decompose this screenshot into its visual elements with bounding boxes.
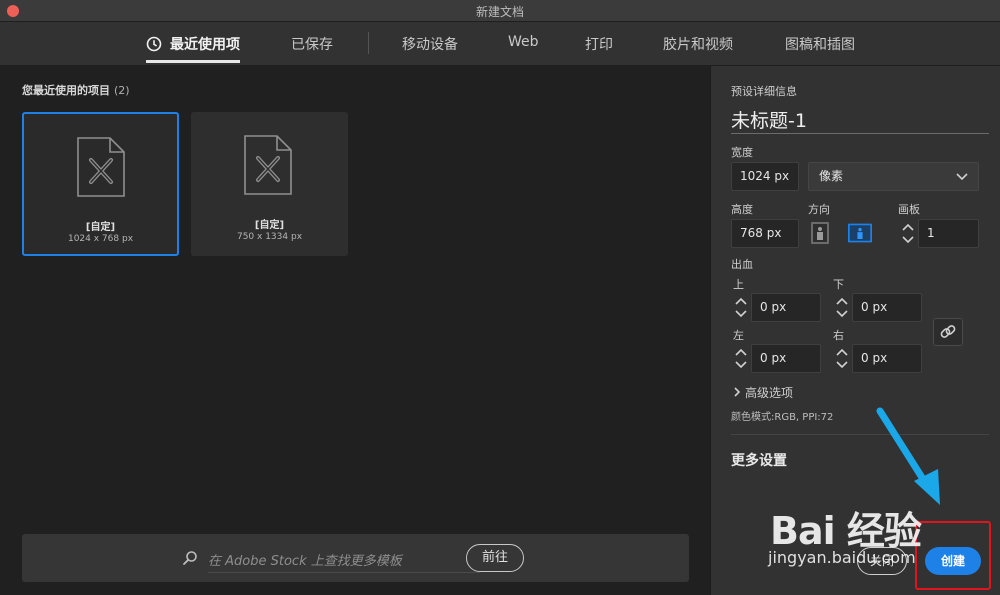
chevron-right-icon <box>734 387 741 397</box>
advanced-options-label: 高级选项 <box>745 386 794 400</box>
recent-item-dimensions: 1024 x 768 px <box>67 234 134 244</box>
bleed-top-field[interactable]: 0 px <box>751 293 821 322</box>
document-icon <box>244 135 292 195</box>
bleed-right-field[interactable]: 0 px <box>852 344 922 373</box>
tab-film-video[interactable]: 胶片和视频 <box>663 34 733 54</box>
stepper-arrows-icon[interactable] <box>731 344 751 373</box>
color-mode-info: 颜色模式:RGB, PPI:72 <box>731 412 834 423</box>
height-label: 高度 <box>731 203 753 216</box>
stock-search-bar: 在 Adobe Stock 上查找更多模板 前往 <box>22 534 689 582</box>
go-button[interactable]: 前往 <box>466 544 524 572</box>
tab-divider <box>368 32 369 54</box>
watermark-logo: Bai 经验 <box>770 509 922 553</box>
annotation-arrow-icon <box>876 407 940 505</box>
bleed-left-field[interactable]: 0 px <box>751 344 821 373</box>
link-icon <box>940 325 956 338</box>
artboards-field[interactable]: 1 <box>918 219 979 248</box>
orientation-label: 方向 <box>808 203 830 216</box>
more-settings-button[interactable]: 更多设置 <box>731 450 787 470</box>
highlight-box <box>915 521 991 590</box>
landscape-orientation-icon[interactable] <box>848 221 872 245</box>
stock-search-input[interactable]: 在 Adobe Stock 上查找更多模板 <box>208 550 402 569</box>
tab-web[interactable]: Web <box>508 34 539 50</box>
tab-recent[interactable]: 最近使用项 <box>146 34 240 63</box>
recent-item-dimensions: 750 x 1334 px <box>236 232 303 242</box>
artboards-stepper[interactable]: 1 <box>898 219 979 248</box>
recent-item-name: [自定] <box>254 220 285 231</box>
category-tabs: 最近使用项 已保存 移动设备 Web 打印 胶片和视频 图稿和插图 <box>0 22 1000 66</box>
width-field[interactable]: 1024 px <box>731 162 799 191</box>
search-icon <box>183 551 197 565</box>
preset-details-heading: 预设详细信息 <box>731 85 797 98</box>
recent-items-title: 您最近使用的项目 <box>22 84 110 97</box>
advanced-options-toggle[interactable]: 高级选项 <box>733 384 793 401</box>
bleed-bottom-field[interactable]: 0 px <box>852 293 922 322</box>
tab-mobile[interactable]: 移动设备 <box>402 34 458 54</box>
height-field[interactable]: 768 px <box>731 219 799 248</box>
recent-item-card[interactable]: [自定] 750 x 1334 px <box>191 112 348 256</box>
bleed-right-stepper[interactable]: 0 px <box>832 344 922 373</box>
document-name-field[interactable]: 未标题-1 <box>731 106 807 133</box>
search-input-underline <box>208 572 480 573</box>
stepper-arrows-icon[interactable] <box>898 219 918 248</box>
link-bleed-button[interactable] <box>933 318 963 346</box>
tab-saved[interactable]: 已保存 <box>291 34 333 54</box>
stepper-arrows-icon[interactable] <box>832 293 852 322</box>
recent-items-count: (2) <box>114 84 130 97</box>
artboards-label: 画板 <box>898 203 920 216</box>
watermark-url: jingyan.baidu.com <box>768 548 916 567</box>
unit-select-value: 像素 <box>819 169 844 183</box>
chevron-down-icon <box>956 173 968 181</box>
document-icon <box>77 137 125 197</box>
recent-items-heading: 您最近使用的项目 (2) <box>22 82 130 98</box>
window-title: 新建文档 <box>475 5 524 19</box>
tab-print[interactable]: 打印 <box>585 34 613 54</box>
clock-icon <box>146 36 162 52</box>
stepper-arrows-icon[interactable] <box>832 344 852 373</box>
document-name-underline <box>731 133 989 134</box>
bleed-right-label: 右 <box>833 329 844 342</box>
stepper-arrows-icon[interactable] <box>731 293 751 322</box>
recent-item-card[interactable]: [自定] 1024 x 768 px <box>22 112 179 256</box>
recent-item-name: [自定] <box>85 222 116 233</box>
tab-art-illustration[interactable]: 图稿和插图 <box>785 34 855 54</box>
bleed-bottom-label: 下 <box>833 278 844 291</box>
window-titlebar: 新建文档 <box>0 0 1000 22</box>
tab-label: 最近使用项 <box>170 37 240 53</box>
section-divider <box>731 434 989 435</box>
width-label: 宽度 <box>731 146 753 159</box>
bleed-top-stepper[interactable]: 0 px <box>731 293 821 322</box>
recent-items-panel: 您最近使用的项目 (2) [自定] 1024 x 768 px [自定] 750 … <box>0 66 710 595</box>
bleed-left-label: 左 <box>733 329 744 342</box>
bleed-bottom-stepper[interactable]: 0 px <box>832 293 922 322</box>
bleed-label: 出血 <box>731 258 753 271</box>
bleed-top-label: 上 <box>733 278 744 291</box>
bleed-left-stepper[interactable]: 0 px <box>731 344 821 373</box>
portrait-orientation-icon[interactable] <box>808 221 832 245</box>
unit-select[interactable]: 像素 <box>808 162 979 191</box>
